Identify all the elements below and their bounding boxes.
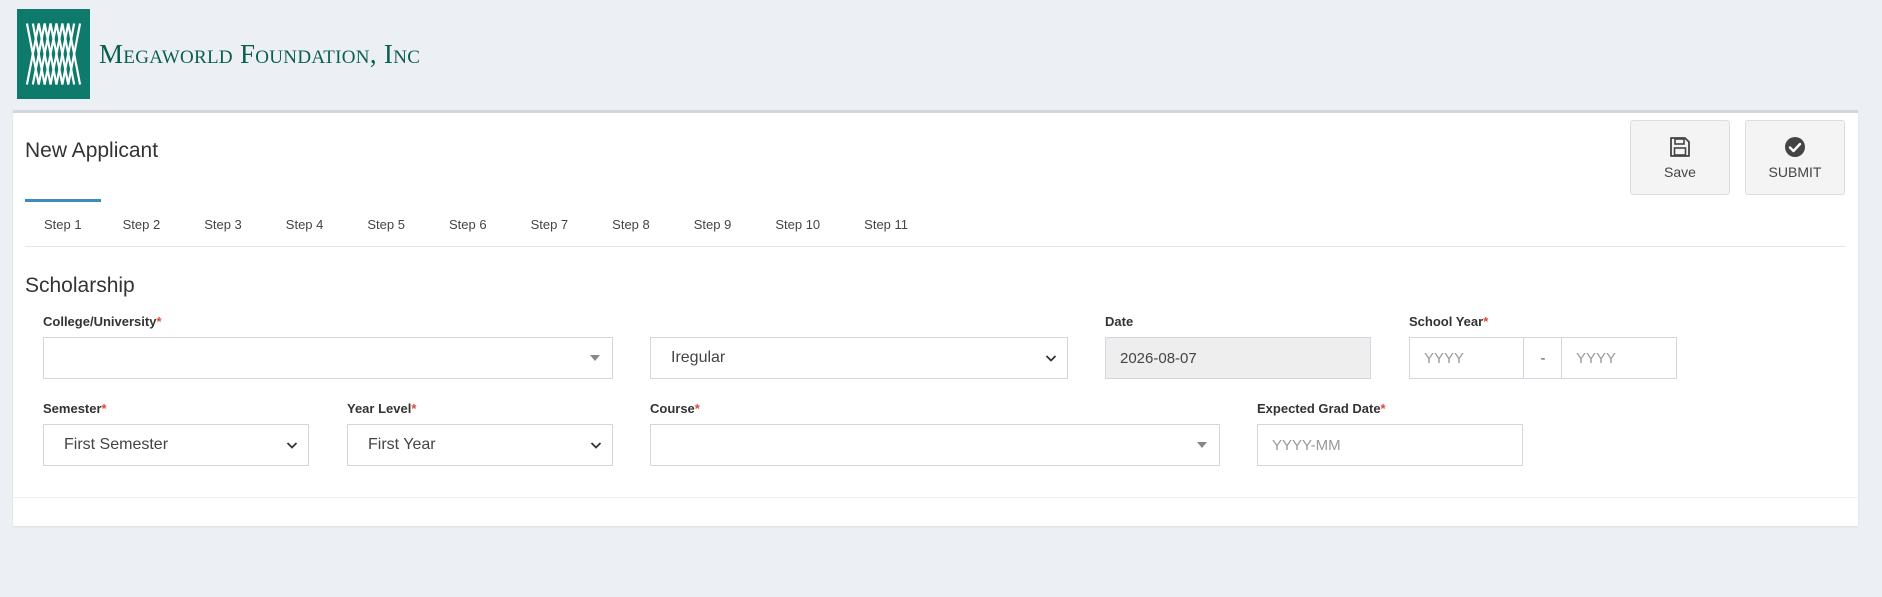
required-marker: * — [156, 314, 162, 329]
card-footer-divider — [13, 497, 1858, 498]
chevron-down-icon — [590, 442, 602, 449]
floppy-disk-icon — [1670, 137, 1690, 157]
chevron-down-icon — [286, 442, 298, 449]
school-year-to-placeholder: YYYY — [1576, 349, 1617, 367]
tab-step-1[interactable]: Step 1 — [25, 199, 101, 247]
caret-down-icon — [590, 355, 600, 361]
year-level-label-text: Year Level — [347, 401, 412, 416]
step-tabs: Step 1 Step 2 Step 3 Step 4 Step 5 Step … — [25, 199, 1845, 247]
semester-label: Semester* — [43, 401, 107, 416]
required-marker: * — [101, 401, 107, 416]
app-header: Megaworld Foundation, Inc — [17, 9, 420, 99]
course-select[interactable] — [650, 424, 1220, 466]
page-title: New Applicant — [25, 139, 159, 162]
expected-grad-placeholder: YYYY-MM — [1272, 436, 1341, 454]
required-marker: * — [1483, 314, 1489, 329]
school-year-separator: - — [1524, 337, 1562, 379]
tab-step-6[interactable]: Step 6 — [427, 199, 509, 247]
required-marker: * — [694, 401, 700, 416]
caret-down-icon — [1197, 442, 1207, 448]
school-year-to-input[interactable]: YYYY — [1561, 337, 1677, 379]
school-year-from-input[interactable]: YYYY — [1409, 337, 1524, 379]
required-marker: * — [411, 401, 417, 416]
submit-button[interactable]: SUBMIT — [1745, 120, 1845, 195]
tab-step-11[interactable]: Step 11 — [842, 199, 930, 247]
brand-name: Megaworld Foundation, Inc — [99, 38, 421, 69]
status-select-value: Iregular — [671, 349, 726, 366]
semester-select-value: First Semester — [64, 436, 169, 453]
expected-grad-label-text: Expected Grad Date — [1257, 401, 1381, 416]
college-label-text: College/University — [43, 314, 157, 329]
required-marker: * — [1380, 401, 1386, 416]
course-label: Course* — [650, 401, 700, 416]
tab-step-7[interactable]: Step 7 — [509, 199, 591, 247]
school-year-label-text: School Year — [1409, 314, 1484, 329]
save-button[interactable]: Save — [1630, 120, 1730, 195]
school-year-from-placeholder: YYYY — [1424, 349, 1465, 367]
college-label: College/University* — [43, 314, 162, 329]
applicant-card: New Applicant Save SUBMIT Step 1 Step 2 … — [13, 110, 1858, 526]
foundation-logo[interactable] — [17, 9, 90, 99]
date-field-value: 2026-08-07 — [1120, 349, 1197, 367]
tab-step-9[interactable]: Step 9 — [672, 199, 754, 247]
date-field: 2026-08-07 — [1105, 337, 1371, 379]
lattice-logo-icon — [25, 23, 82, 85]
tab-step-5[interactable]: Step 5 — [345, 199, 427, 247]
tab-step-10[interactable]: Step 10 — [753, 199, 842, 247]
tab-step-8[interactable]: Step 8 — [590, 199, 672, 247]
expected-grad-input[interactable]: YYYY-MM — [1257, 424, 1523, 466]
status-select[interactable]: Iregular — [650, 337, 1068, 379]
chevron-down-icon — [1045, 355, 1057, 362]
college-select[interactable] — [43, 337, 613, 379]
semester-select[interactable]: First Semester — [43, 424, 309, 466]
check-circle-icon — [1785, 137, 1805, 157]
year-level-select[interactable]: First Year — [347, 424, 613, 466]
year-level-select-value: First Year — [368, 436, 436, 453]
section-title: Scholarship — [25, 274, 135, 297]
date-label: Date — [1105, 314, 1134, 329]
save-button-label: Save — [1664, 164, 1696, 180]
semester-label-text: Semester — [43, 401, 102, 416]
tab-step-4[interactable]: Step 4 — [264, 199, 346, 247]
tab-step-2[interactable]: Step 2 — [101, 199, 183, 247]
tab-step-3[interactable]: Step 3 — [182, 199, 264, 247]
year-level-label: Year Level* — [347, 401, 416, 416]
submit-button-label: SUBMIT — [1768, 164, 1822, 180]
expected-grad-label: Expected Grad Date* — [1257, 401, 1386, 416]
course-label-text: Course — [650, 401, 695, 416]
school-year-label: School Year* — [1409, 314, 1488, 329]
